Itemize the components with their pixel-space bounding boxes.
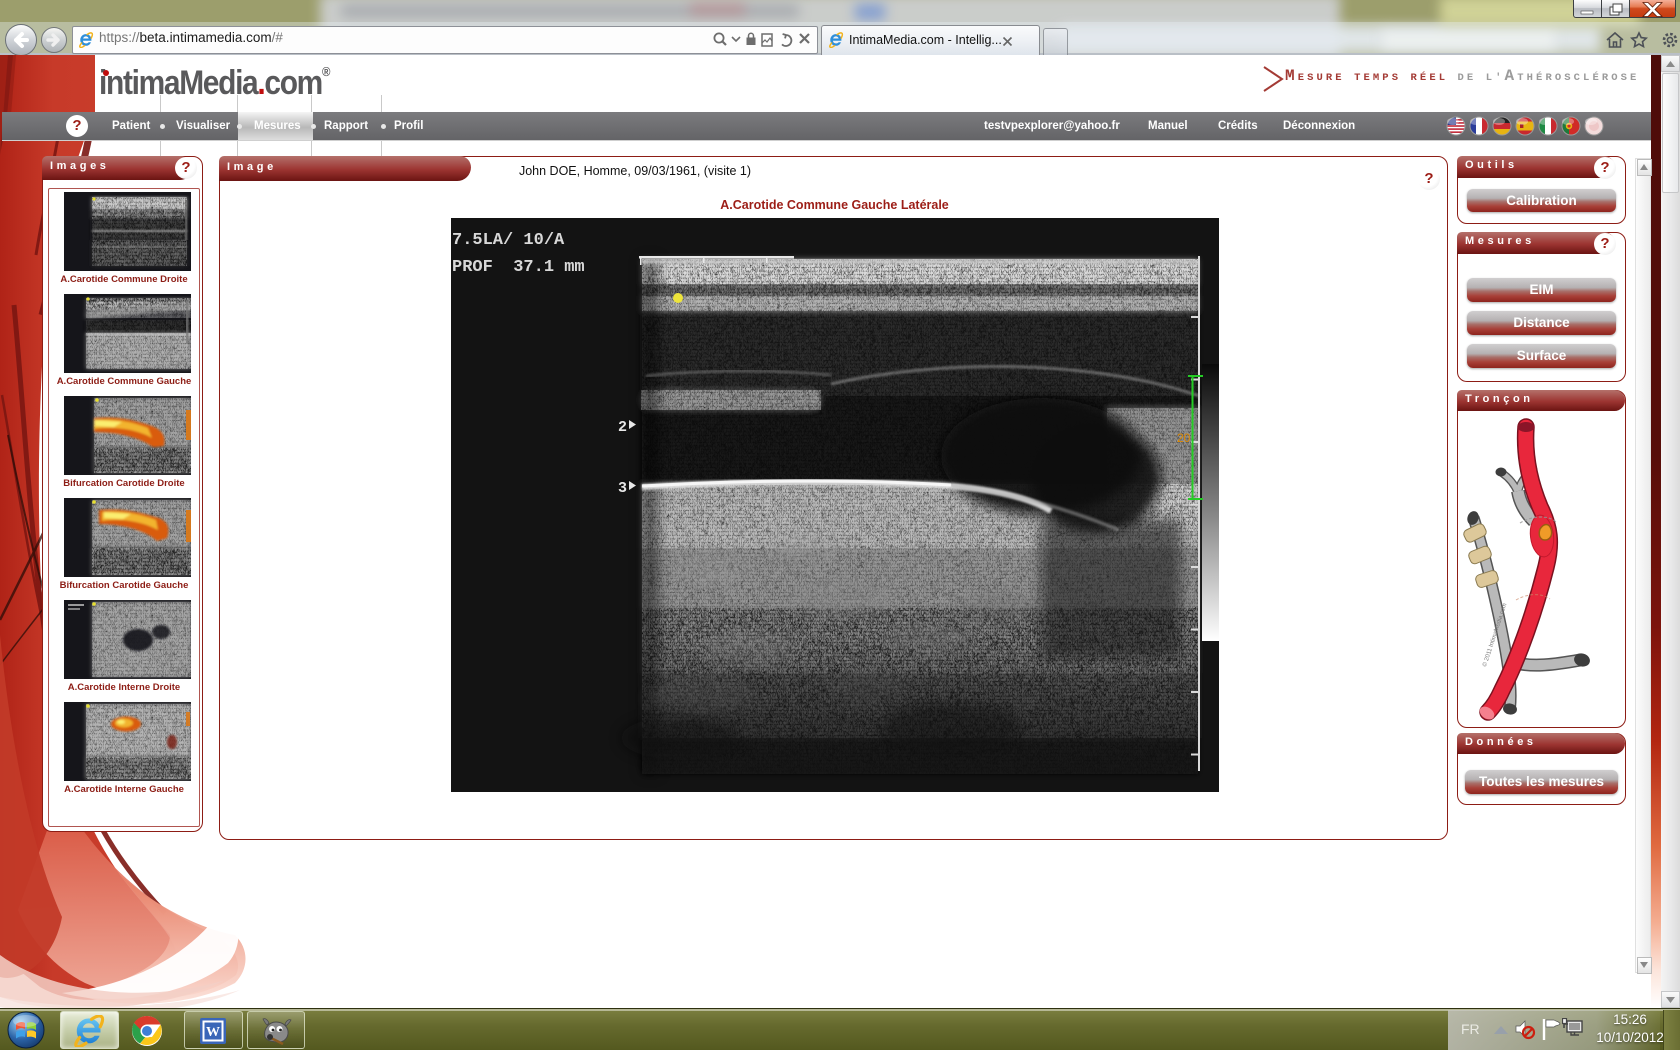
svg-text:2: 2 bbox=[618, 419, 627, 436]
svg-text:7.5LA/ 10/A: 7.5LA/ 10/A bbox=[452, 231, 565, 250]
svg-text:W: W bbox=[206, 1025, 220, 1040]
svg-text:PROF 37.1 mm: PROF 37.1 mm bbox=[452, 258, 585, 277]
svg-text:3: 3 bbox=[618, 480, 627, 497]
svg-text:20: 20 bbox=[1177, 431, 1191, 445]
